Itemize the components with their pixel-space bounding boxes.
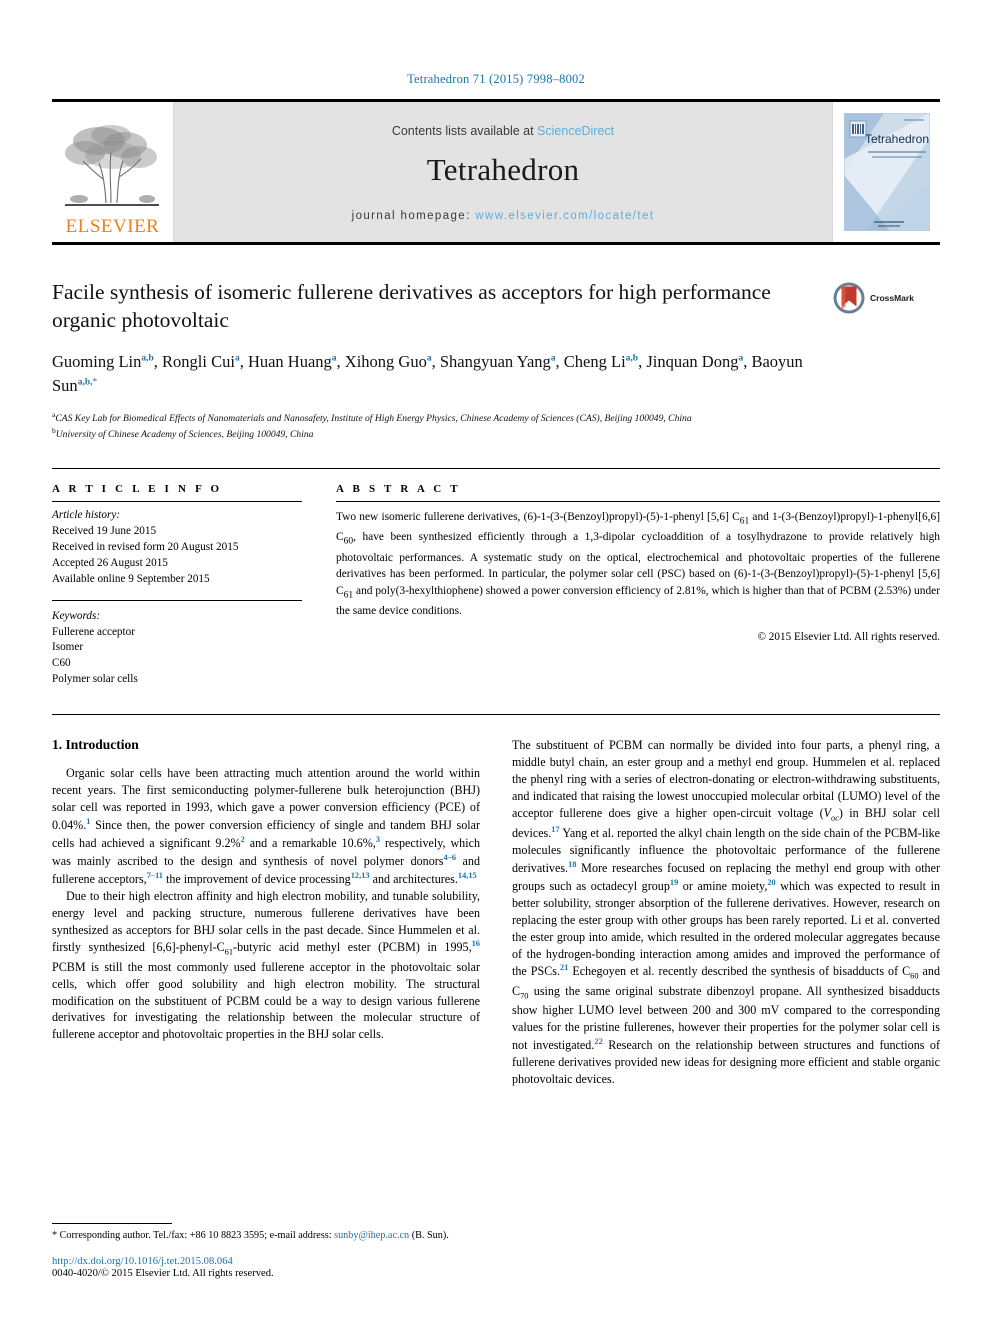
corresponding-email-link[interactable]: sunby@ihep.ac.cn <box>334 1230 409 1241</box>
doi-link[interactable]: http://dx.doi.org/10.1016/j.tet.2015.08.… <box>52 1256 452 1267</box>
body-divider <box>52 714 940 716</box>
article-page: Tetrahedron 71 (2015) 7998–8002 ELSEVIER… <box>0 0 992 1323</box>
history-item: Accepted 26 August 2015 <box>52 556 168 569</box>
intro-paragraph-1: Organic solar cells have been attracting… <box>52 766 480 886</box>
article-info-heading: A R T I C L E I N F O <box>52 483 223 496</box>
abstract-text: Two new isomeric fullerene derivatives, … <box>336 511 940 618</box>
article-info-column: A R T I C L E I N F O Article history: R… <box>52 469 302 688</box>
intro-heading: 1. Introduction <box>52 737 139 753</box>
masthead-center: Contents lists available at ScienceDirec… <box>174 102 832 242</box>
keywords-rule <box>52 599 302 601</box>
keyword-item: Polymer solar cells <box>52 673 138 686</box>
corresponding-text: * Corresponding author. Tel./fax: +86 10… <box>52 1229 335 1241</box>
affiliation-b-text: University of Chinese Academy of Science… <box>55 429 314 441</box>
affiliation-a-text: CAS Key Lab for Biomedical Effects of Na… <box>55 413 692 425</box>
history-item: Received 19 June 2015 <box>52 524 157 537</box>
abstract-copyright: © 2015 Elsevier Ltd. All rights reserved… <box>757 631 941 644</box>
journal-reference: Tetrahedron 71 (2015) 7998–8002 <box>407 72 585 86</box>
article-history-label: Article history: <box>52 509 121 522</box>
corresponding-author-note: * Corresponding author. Tel./fax: +86 10… <box>52 1229 452 1243</box>
left-column: 1. Introduction Organic solar cells have… <box>52 737 480 1087</box>
elsevier-logo: ELSEVIER <box>52 102 174 242</box>
journal-homepage-line: journal homepage: www.elsevier.com/locat… <box>352 210 655 222</box>
affiliations: aCAS Key Lab for Biomedical Effects of N… <box>52 410 830 442</box>
history-item: Available online 9 September 2015 <box>52 572 210 585</box>
right-column: The substituent of PCBM can normally be … <box>512 737 940 1087</box>
abstract-heading: A B S T R A C T <box>336 483 461 496</box>
keywords-list: Keywords: Fullerene acceptor Isomer C60 … <box>52 609 302 689</box>
keyword-item: Isomer <box>52 641 84 654</box>
history-item: Received in revised form 20 August 2015 <box>52 540 239 553</box>
keywords-label: Keywords: <box>52 609 101 622</box>
crossmark-badge[interactable]: CrossMark <box>832 281 940 315</box>
journal-title: Tetrahedron <box>426 152 580 187</box>
affiliation-a: aCAS Key Lab for Biomedical Effects of N… <box>52 409 692 425</box>
keyword-item: Fullerene acceptor <box>52 625 135 638</box>
svg-text:Tetrahedron: Tetrahedron <box>864 132 928 146</box>
journal-cover-image: Tetrahedron <box>843 113 930 231</box>
homepage-prefix: journal homepage: <box>351 210 476 222</box>
right-paragraph-1: The substituent of PCBM can normally be … <box>512 738 940 1086</box>
author-list: Guoming Lina,b, Rongli Cuia, Huan Huanga… <box>52 352 803 395</box>
contents-available-line: Contents lists available at ScienceDirec… <box>392 124 614 138</box>
issn-copyright: 0040-4020/© 2015 Elsevier Ltd. All right… <box>52 1268 274 1279</box>
abstract-rule <box>336 501 940 503</box>
journal-masthead: ELSEVIER Contents lists available at Sci… <box>52 99 940 245</box>
article-history: Article history: Received 19 June 2015 R… <box>52 508 302 588</box>
body-columns: 1. Introduction Organic solar cells have… <box>52 737 940 1087</box>
journal-cover-thumbnail: Tetrahedron <box>832 102 940 242</box>
abstract-column: A B S T R A C T Two new isomeric fullere… <box>336 469 940 688</box>
crossmark-icon <box>833 282 865 314</box>
elsevier-tree-icon <box>64 125 159 206</box>
crossmark-label: CrossMark <box>870 293 914 303</box>
info-rule <box>52 501 302 503</box>
keyword-item: C60 <box>52 657 71 670</box>
page-footer: * Corresponding author. Tel./fax: +86 10… <box>52 1222 452 1279</box>
article-title: Facile synthesis of isomeric fullerene d… <box>52 280 771 332</box>
corresponding-tail: (B. Sun). <box>409 1229 449 1241</box>
footnote-rule <box>52 1222 172 1224</box>
info-abstract-section: A R T I C L E I N F O Article history: R… <box>52 468 940 688</box>
sciencedirect-link[interactable]: ScienceDirect <box>537 124 614 138</box>
contents-prefix: Contents lists available at <box>391 124 538 138</box>
journal-homepage-link[interactable]: www.elsevier.com/locate/tet <box>475 210 654 222</box>
elsevier-wordmark: ELSEVIER <box>65 216 160 237</box>
affiliation-b: bUniversity of Chinese Academy of Scienc… <box>52 425 314 441</box>
title-block: Facile synthesis of isomeric fullerene d… <box>52 279 940 442</box>
intro-paragraph-2: Due to their high electron affinity and … <box>52 888 480 1042</box>
